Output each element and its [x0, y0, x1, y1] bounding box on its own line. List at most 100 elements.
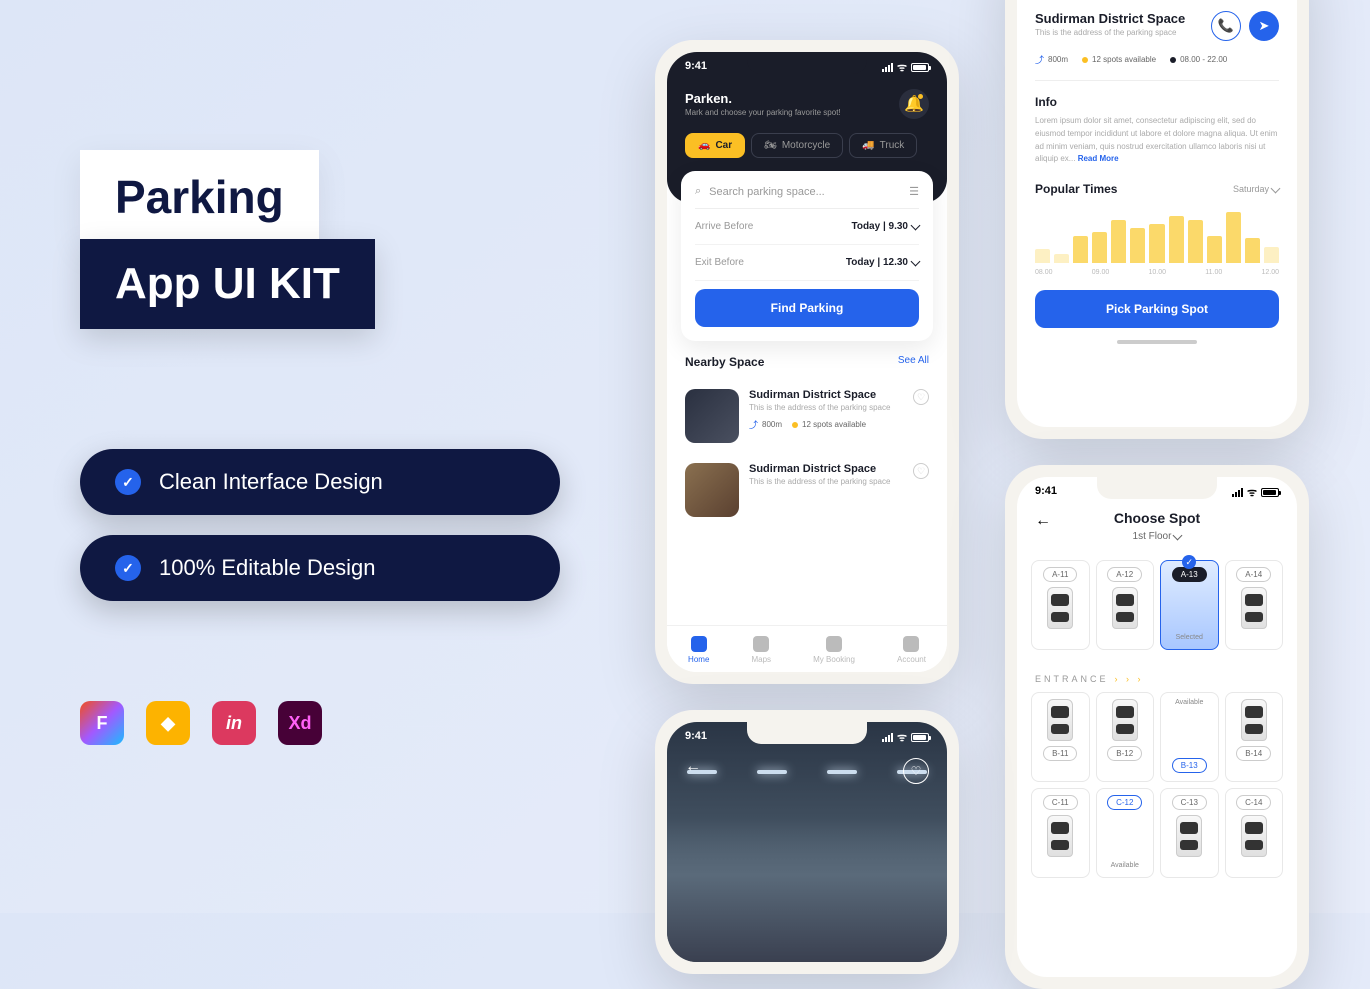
chevron-down-icon [1271, 183, 1281, 193]
favorite-button[interactable]: ♡ [913, 389, 929, 405]
spot-number: A-11 [1043, 567, 1077, 582]
see-all-link[interactable]: See All [898, 355, 929, 369]
space-name: Sudirman District Space [749, 463, 903, 475]
find-parking-button[interactable]: Find Parking [695, 289, 919, 327]
maps-icon [753, 636, 769, 652]
spot-a14[interactable]: A-14 [1225, 560, 1284, 650]
car-icon [1112, 699, 1138, 741]
nav-maps[interactable]: Maps [751, 636, 771, 664]
spot-c11[interactable]: C-11 [1031, 788, 1090, 878]
status-time: 9:41 [685, 60, 707, 75]
feature-1-text: Clean Interface Design [159, 469, 383, 495]
feature-pill-2: ✓ 100% Editable Design [80, 535, 560, 601]
spot-number: C-14 [1236, 795, 1271, 810]
spot-b14[interactable]: B-14 [1225, 692, 1284, 782]
spot-c14[interactable]: C-14 [1225, 788, 1284, 878]
read-more-link[interactable]: Read More [1078, 154, 1119, 163]
home-icon [691, 636, 707, 652]
tab-label: Car [715, 140, 732, 151]
spot-number: C-13 [1172, 795, 1207, 810]
exit-value-selector[interactable]: Today | 12.30 [846, 257, 919, 268]
spot-a11[interactable]: A-11 [1031, 560, 1090, 650]
vehicle-tab-truck[interactable]: 🚚 Truck [849, 133, 917, 158]
search-input[interactable]: Search parking space... [709, 186, 825, 198]
spot-b12[interactable]: B-12 [1096, 692, 1155, 782]
xd-icon: Xd [278, 701, 322, 745]
spot-c12[interactable]: C-12 Available [1096, 788, 1155, 878]
nav-label: Home [688, 655, 709, 664]
navigate-button[interactable]: ➤ [1249, 11, 1279, 41]
detail-name: Sudirman District Space [1035, 11, 1185, 26]
exit-label: Exit Before [695, 257, 744, 268]
hours-text: 08.00 - 22.00 [1180, 55, 1227, 64]
phone-detail: Sudirman District Space This is the addr… [1005, 0, 1309, 439]
day-selector[interactable]: Saturday [1233, 184, 1279, 194]
chevron-down-icon [911, 257, 921, 267]
space-name: Sudirman District Space [749, 389, 903, 401]
nav-account[interactable]: Account [897, 636, 926, 664]
spot-a13[interactable]: A-13Selected [1160, 560, 1219, 650]
chart-bar [1149, 224, 1164, 263]
home-indicator [1117, 340, 1197, 344]
wifi-icon: ᯤ [897, 60, 907, 75]
app-name: Parken. [685, 91, 841, 106]
wifi-icon: ᯤ [1247, 485, 1257, 500]
chart-bar [1073, 236, 1088, 264]
nav-booking[interactable]: My Booking [813, 636, 855, 664]
sketch-icon: ◆ [146, 701, 190, 745]
call-button[interactable]: 📞 [1211, 11, 1241, 41]
floor-selector[interactable]: 1st Floor [1133, 531, 1182, 542]
entrance-label: ENTRANCE› › › [1017, 666, 1297, 692]
arrive-value-selector[interactable]: Today | 9.30 [851, 221, 919, 232]
bar-label: 11.00 [1205, 269, 1222, 276]
spots-text: 12 spots available [802, 420, 866, 429]
favorite-button[interactable]: ♡ [903, 758, 929, 784]
pick-spot-button[interactable]: Pick Parking Spot [1035, 290, 1279, 328]
spot-number: A-13 [1172, 567, 1207, 582]
promo-title-1: Parking [80, 150, 319, 244]
popular-title: Popular Times [1035, 182, 1117, 196]
spot-b11[interactable]: B-11 [1031, 692, 1090, 782]
back-button[interactable]: ← [1035, 512, 1051, 530]
spot-a12[interactable]: A-12 [1096, 560, 1155, 650]
feature-pill-1: ✓ Clean Interface Design [80, 449, 560, 515]
filter-icon[interactable]: ☰ [909, 185, 919, 198]
notch [1097, 477, 1217, 499]
spot-number: B-11 [1043, 746, 1077, 761]
spot-status: Available [1111, 862, 1139, 869]
chart-bar [1245, 238, 1260, 263]
popular-times-chart [1035, 208, 1279, 263]
distance-text: 800m [762, 420, 782, 429]
bottom-nav: Home Maps My Booking Account [667, 625, 947, 672]
nav-home[interactable]: Home [688, 636, 709, 664]
spot-number: B-14 [1236, 746, 1271, 761]
status-time: 9:41 [1035, 485, 1057, 500]
spots-icon [792, 422, 798, 428]
back-button[interactable]: ← [685, 758, 701, 776]
app-subtitle: Mark and choose your parking favorite sp… [685, 108, 841, 117]
notification-button[interactable]: 🔔 [899, 89, 929, 119]
spot-number: C-12 [1107, 795, 1142, 810]
nav-label: My Booking [813, 655, 855, 664]
tab-label: Truck [880, 140, 905, 151]
signal-icon [882, 733, 893, 742]
spot-number: B-12 [1107, 746, 1142, 761]
distance-icon: ⤴ [1035, 53, 1044, 66]
truck-icon: 🚚 [862, 140, 874, 151]
spot-b13[interactable]: AvailableB-13 [1160, 692, 1219, 782]
booking-icon [826, 636, 842, 652]
chart-bar [1264, 247, 1279, 263]
favorite-button[interactable]: ♡ [913, 463, 929, 479]
vehicle-tab-motorcycle[interactable]: 🏍Motorcycle [751, 133, 843, 158]
tab-label: Motorcycle [782, 140, 830, 151]
car-icon [1047, 815, 1073, 857]
vehicle-tab-car[interactable]: 🚗Car [685, 133, 745, 158]
space-card[interactable]: Sudirman District Space This is the addr… [667, 379, 947, 453]
phone-choose-spot: 9:41 ᯤ ← Choose Spot 1st Floor A-11 A-12… [1005, 465, 1309, 989]
spot-c13[interactable]: C-13 [1160, 788, 1219, 878]
detail-address: This is the address of the parking space [1035, 28, 1185, 37]
signal-icon [882, 63, 893, 72]
bar-label: 09.00 [1092, 269, 1110, 276]
space-card[interactable]: Sudirman District Space This is the addr… [667, 453, 947, 527]
hours-icon [1170, 57, 1176, 63]
